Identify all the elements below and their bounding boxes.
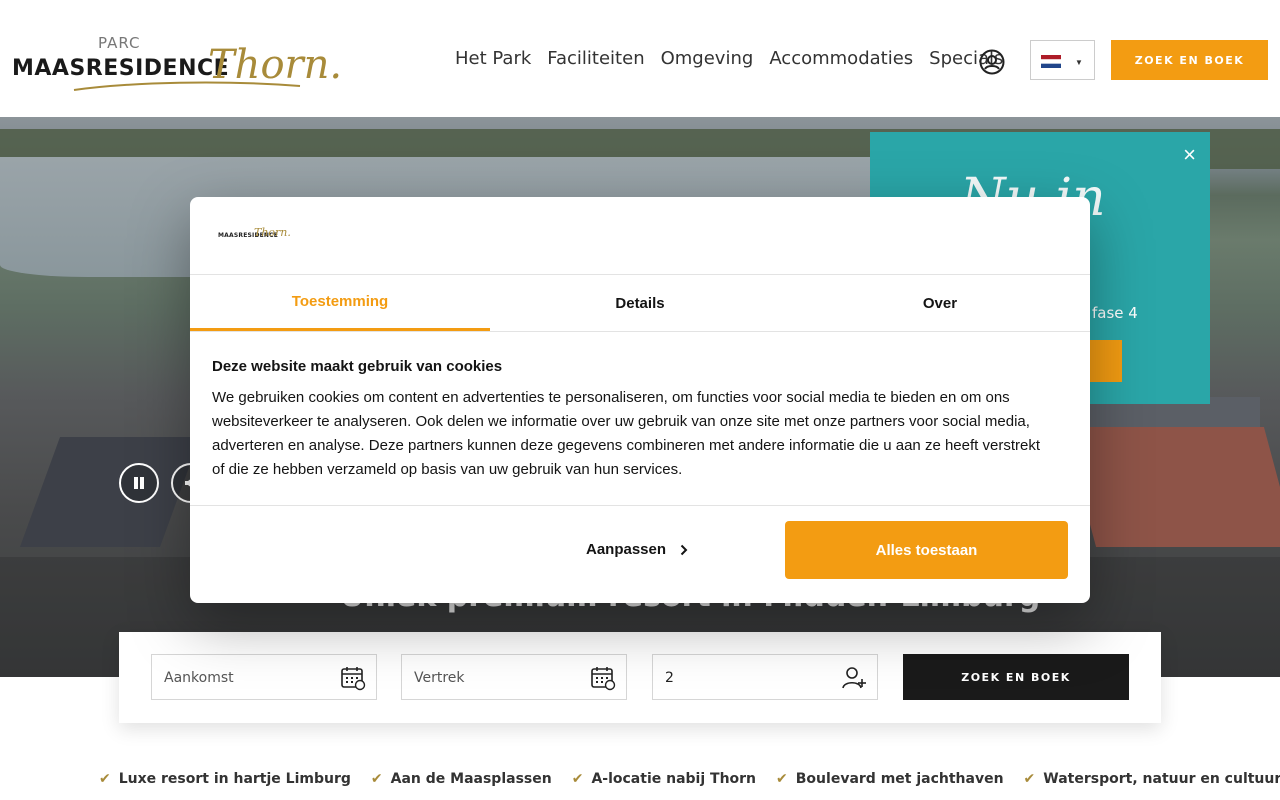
usp-item: ✔ Aan de Maasplassen [371,771,552,787]
cookie-body: We gebruiken cookies om content en adver… [212,389,1040,478]
usp-label: Luxe resort in hartje Limburg [118,771,351,787]
logo-swoosh [73,81,301,91]
allow-all-button[interactable]: Alles toestaan [785,521,1068,579]
language-selector[interactable]: ▼ [1030,40,1095,80]
usp-label: Watersport, natuur en cultuur [1043,771,1280,787]
arrival-date-field[interactable]: Aankomst [151,654,377,700]
arrival-placeholder: Aankomst [164,670,234,686]
departure-placeholder: Vertrek [414,670,465,686]
logo-parc-text: PARC [98,34,141,52]
nav-item-accommodaties[interactable]: Accommodaties [769,48,913,69]
pause-icon [134,477,144,489]
usp-item: ✔ Luxe resort in hartje Limburg [99,771,351,787]
tab-toestemming[interactable]: Toestemming [190,275,490,331]
hero-roof [1063,427,1280,547]
guests-value: 2 [665,670,674,686]
nl-flag-icon [1041,55,1061,68]
booking-bar: Aankomst Vertrek 2 ZOEK EN BOEK [119,632,1161,723]
nav-item-omgeving[interactable]: Omgeving [661,48,754,69]
zoek-en-boek-header-button[interactable]: ZOEK EN BOEK [1111,40,1268,80]
site-header: PARC MAASRESIDENCE Thorn. Het Park Facil… [0,0,1280,117]
check-icon: ✔ [1023,771,1036,787]
check-icon: ✔ [370,771,383,787]
usp-list: ✔ Luxe resort in hartje Limburg ✔ Aan de M… [99,771,1280,787]
check-icon: ✔ [571,771,584,787]
calendar-icon [341,667,366,691]
cookie-consent-dialog: MAASRESIDENCE Thorn. Toestemming Details… [190,197,1090,603]
chevron-right-icon [680,544,688,555]
cookie-logo: MAASRESIDENCE Thorn. [218,225,291,245]
cookie-tabs: Toestemming Details Over [190,275,1090,331]
customize-label: Aanpassen [586,541,667,558]
nav-item-faciliteiten[interactable]: Faciliteiten [547,48,644,69]
cookie-title: Deze website maakt gebruik van cookies [212,358,503,375]
tab-over[interactable]: Over [790,275,1090,331]
close-icon[interactable]: × [1183,144,1196,166]
cookie-logo-script: Thorn. [254,226,291,239]
divider [190,331,1090,332]
departure-date-field[interactable]: Vertrek [401,654,627,700]
guests-field[interactable]: 2 [652,654,878,700]
pause-video-button[interactable] [119,463,159,503]
check-icon: ✔ [776,771,788,787]
tab-details[interactable]: Details [490,275,790,331]
usp-item: ✔ Watersport, natuur en cultuur [1024,771,1280,787]
customize-button[interactable]: Aanpassen [586,541,688,558]
zoek-en-boek-button[interactable]: ZOEK EN BOEK [903,654,1129,700]
main-nav: Het Park Faciliteiten Omgeving Accommoda… [455,48,1003,69]
divider [190,505,1090,506]
usp-label: A-locatie nabij Thorn [591,771,757,787]
usp-label: Aan de Maasplassen [390,771,552,787]
nav-item-het-park[interactable]: Het Park [455,48,531,69]
usp-label: Boulevard met jachthaven [795,771,1004,787]
promo-text: fase 4 [1092,304,1138,322]
add-person-icon [842,667,866,689]
check-icon: ✔ [99,771,111,787]
site-logo[interactable]: PARC MAASRESIDENCE Thorn. [12,34,342,94]
usp-item: ✔ Boulevard met jachthaven [776,771,1004,787]
usp-item: ✔ A-locatie nabij Thorn [572,771,756,787]
user-account-icon[interactable] [979,49,1005,75]
chevron-down-icon: ▼ [1075,58,1083,67]
calendar-icon [591,667,616,691]
